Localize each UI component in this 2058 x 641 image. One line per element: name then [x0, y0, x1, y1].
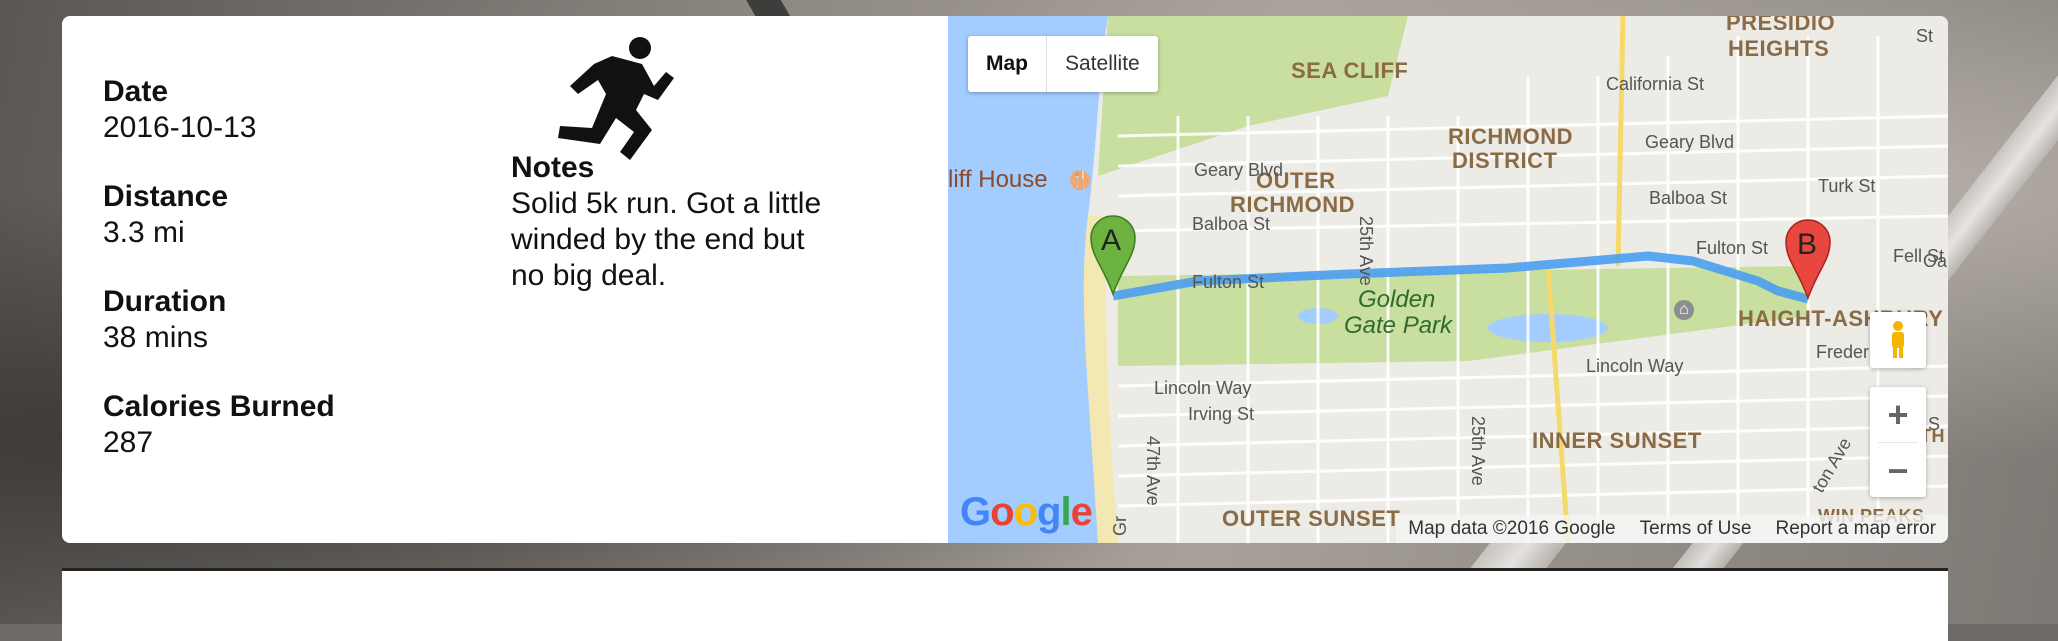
- zoom-in-button[interactable]: +: [1870, 387, 1926, 442]
- terms-of-use-link[interactable]: Terms of Use: [1640, 518, 1752, 540]
- notes-text: Solid 5k run. Got a little winded by the…: [511, 187, 822, 292]
- street-label: Oa: [1923, 251, 1948, 271]
- street-label: Fulton St: [1696, 238, 1769, 258]
- street-label: Lincoln Way: [1154, 378, 1252, 398]
- run-summary-card: Date 2016-10-13 Distance 3.3 mi Duration…: [62, 16, 1948, 543]
- place-label: INNER SUNSET: [1532, 428, 1702, 453]
- stat-label: Date: [103, 75, 169, 108]
- street-label: Irving St: [1188, 404, 1255, 424]
- stat-label: Duration: [103, 285, 227, 318]
- stat-value: 3.3 mi: [103, 216, 185, 249]
- stat-distance: Distance 3.3 mi: [103, 179, 463, 251]
- zoom-control: + −: [1870, 387, 1926, 497]
- street-label: Balboa St: [1649, 188, 1728, 208]
- park-label: Golden: [1358, 286, 1436, 313]
- street-view-pegman-icon[interactable]: [1870, 312, 1926, 368]
- street-label: Turk St: [1818, 176, 1876, 196]
- street-label: St: [1916, 26, 1934, 46]
- street-label: Balboa St: [1192, 214, 1271, 234]
- street-label: Geary Blvd: [1645, 132, 1735, 152]
- stat-calories: Calories Burned 287: [103, 389, 463, 461]
- place-label: OUTER SUNSET: [1222, 506, 1401, 531]
- street-label: Fulton St: [1192, 272, 1265, 292]
- running-person-icon: [558, 37, 674, 160]
- park-label: Gate Park: [1344, 312, 1453, 339]
- report-map-error-link[interactable]: Report a map error: [1775, 518, 1936, 540]
- place-label: DISTRICT: [1452, 148, 1558, 173]
- notes-label: Notes: [511, 151, 595, 184]
- map-tiles: [948, 16, 1948, 543]
- map-data-attribution[interactable]: Map data ©2016 Google: [1408, 518, 1615, 540]
- street-label: Gr: [1110, 516, 1130, 536]
- map-footer: Map data ©2016 Google Terms of Use Repor…: [1396, 515, 1948, 543]
- stat-duration: Duration 38 mins: [103, 284, 463, 356]
- place-label: liff House: [948, 166, 1048, 193]
- stat-label: Calories Burned: [103, 390, 335, 423]
- map-type-map-button[interactable]: Map: [968, 36, 1047, 92]
- stat-value: 38 mins: [103, 321, 209, 354]
- restaurant-icon: 🍴: [1070, 170, 1090, 190]
- street-label: California St: [1606, 74, 1705, 94]
- stat-value: 287: [103, 426, 154, 459]
- street-label: Lincoln Way: [1586, 356, 1684, 376]
- place-label: HEIGHTS: [1728, 36, 1830, 61]
- map-type-satellite-button[interactable]: Satellite: [1047, 36, 1158, 92]
- street-label: 25th Ave: [1356, 216, 1376, 286]
- stat-value: 2016-10-13: [103, 111, 257, 144]
- place-label: PRESIDIO: [1726, 16, 1836, 35]
- map-type-control: Map Satellite: [968, 36, 1158, 92]
- google-logo[interactable]: Google: [960, 490, 1093, 535]
- marker-start-label: A: [1101, 224, 1122, 257]
- museum-icon: ⌂: [1674, 300, 1694, 320]
- next-run-card: [62, 568, 1948, 641]
- street-label: 47th Ave: [1143, 436, 1163, 506]
- stat-date: Date 2016-10-13: [103, 74, 463, 146]
- notes-section: Notes Solid 5k run. Got a little winded …: [511, 150, 841, 294]
- zoom-out-button[interactable]: −: [1870, 443, 1926, 498]
- place-label: RICHMOND: [1448, 124, 1573, 149]
- stat-label: Distance: [103, 180, 229, 213]
- street-label: 25th Ave: [1468, 416, 1488, 486]
- marker-end-label: B: [1797, 228, 1818, 261]
- place-label: SEA CLIFF: [1291, 58, 1409, 83]
- street-label: Geary Blvd: [1194, 160, 1284, 180]
- route-map[interactable]: A B PRESIDIO HEIGHTS SEA CLIFF RICHMOND …: [948, 16, 1948, 543]
- run-stats: Date 2016-10-13 Distance 3.3 mi Duration…: [103, 74, 463, 494]
